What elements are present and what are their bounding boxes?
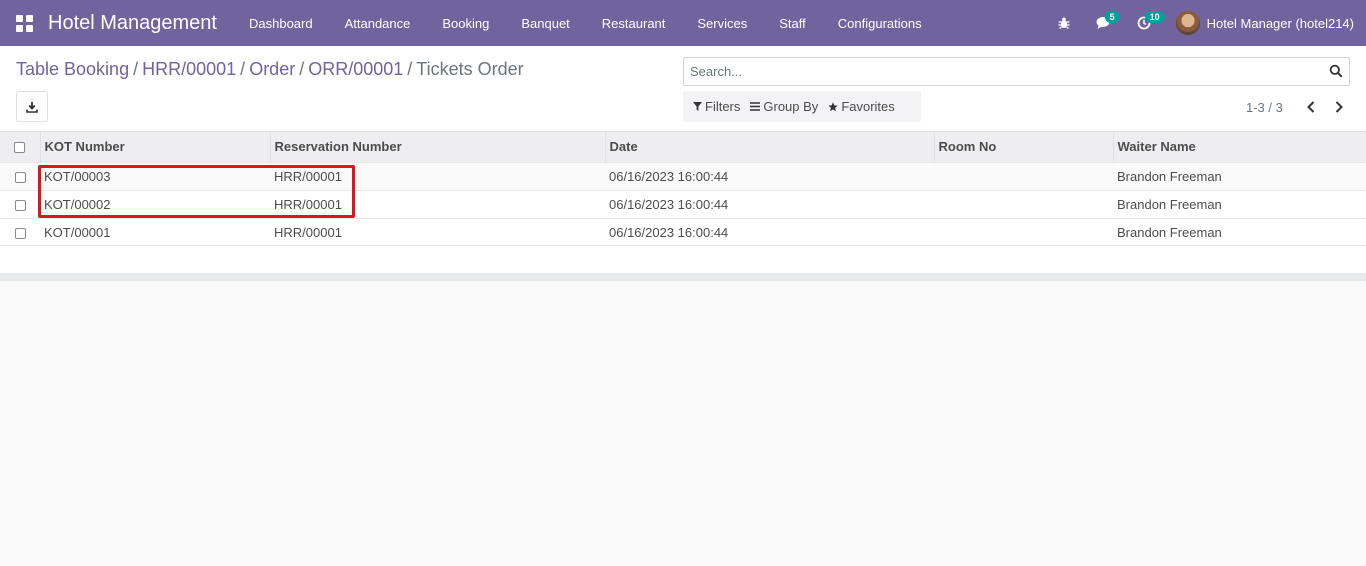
reservation-number-cell[interactable]: HRR/00001 — [270, 189, 605, 218]
table-row[interactable]: KOT/00003 HRR/00001 06/16/2023 16:00:44 … — [0, 161, 1366, 190]
top-menu: Dashboard Attandance Booking Banquet Res… — [233, 0, 938, 46]
bug-icon — [1058, 17, 1070, 29]
row-checkbox[interactable] — [14, 227, 26, 239]
column-header-date[interactable]: Date — [605, 132, 935, 162]
table-row[interactable]: KOT/00002 HRR/00001 06/16/2023 16:00:44 … — [0, 189, 1366, 218]
date-cell[interactable]: 06/16/2023 16:00:44 — [605, 161, 934, 190]
menu-attandance[interactable]: Attandance — [329, 0, 427, 46]
star-icon — [828, 101, 839, 111]
row-select-cell — [0, 217, 40, 246]
export-button[interactable] — [16, 91, 48, 122]
menu-banquet[interactable]: Banquet — [505, 0, 585, 46]
pager: 1-3 / 3 — [1246, 98, 1353, 116]
date-cell[interactable]: 06/16/2023 16:00:44 — [605, 189, 934, 218]
favorites-button[interactable]: Favorites — [828, 99, 895, 114]
waiter-name-cell[interactable]: Brandon Freeman — [1113, 189, 1366, 218]
breadcrumb: Table Booking / HRR/00001 / Order / ORR/… — [16, 59, 524, 80]
breadcrumb-separator: / — [407, 59, 413, 79]
apps-icon[interactable] — [0, 0, 48, 46]
kot-number-cell[interactable]: KOT/00002 — [40, 189, 270, 218]
filter-icon — [693, 102, 702, 111]
activities-button[interactable]: 10 — [1124, 0, 1165, 46]
pager-next-button[interactable] — [1325, 98, 1353, 116]
reservation-number-cell[interactable]: HRR/00001 — [270, 217, 605, 246]
search-bar — [683, 57, 1350, 86]
column-header-waiter-name[interactable]: Waiter Name — [1113, 132, 1366, 162]
room-no-cell[interactable] — [934, 217, 1113, 246]
download-icon — [26, 101, 38, 113]
table-header-row: KOT Number Reservation Number Date Room … — [0, 132, 1366, 162]
user-menu[interactable]: Hotel Manager (hotel214) — [1164, 0, 1366, 46]
waiter-name-cell[interactable]: Brandon Freeman — [1113, 161, 1366, 190]
activities-badge: 10 — [1144, 11, 1165, 23]
breadcrumb-separator: / — [299, 59, 305, 79]
reservation-number-cell[interactable]: HRR/00001 — [270, 161, 605, 190]
search-icon[interactable] — [1329, 64, 1343, 78]
breadcrumb-current: Tickets Order — [416, 59, 524, 79]
messages-button[interactable]: 5 — [1084, 0, 1124, 46]
date-cell[interactable]: 06/16/2023 16:00:44 — [605, 217, 934, 246]
table-footer-divider — [0, 273, 1366, 281]
group-by-icon — [750, 102, 761, 111]
avatar — [1175, 11, 1200, 35]
table-footer — [0, 245, 1366, 273]
menu-restaurant[interactable]: Restaurant — [586, 0, 682, 46]
row-checkbox[interactable] — [14, 171, 26, 183]
main-navbar: Hotel Management Dashboard Attandance Bo… — [0, 0, 1366, 46]
menu-services[interactable]: Services — [681, 0, 763, 46]
filters-button[interactable]: Filters — [693, 99, 740, 114]
column-header-room-no[interactable]: Room No — [934, 132, 1114, 162]
table-row[interactable]: KOT/00001 HRR/00001 06/16/2023 16:00:44 … — [0, 217, 1366, 246]
breadcrumb-order-ref[interactable]: ORR/00001 — [308, 59, 403, 80]
room-no-cell[interactable] — [934, 161, 1113, 190]
app-brand[interactable]: Hotel Management — [48, 12, 217, 35]
select-all-checkbox[interactable] — [14, 142, 26, 154]
pager-value[interactable]: 1-3 / 3 — [1246, 100, 1283, 115]
waiter-name-cell[interactable]: Brandon Freeman — [1113, 217, 1366, 246]
row-select-cell — [0, 189, 40, 218]
kot-number-cell[interactable]: KOT/00003 — [40, 161, 270, 190]
room-no-cell[interactable] — [934, 189, 1113, 218]
debug-button[interactable] — [1044, 0, 1084, 46]
menu-booking[interactable]: Booking — [426, 0, 505, 46]
search-options: Filters Group By Favorites — [683, 91, 921, 122]
pager-previous-button[interactable] — [1297, 98, 1325, 116]
group-by-label: Group By — [763, 99, 819, 114]
systray: 5 10 Hotel Manager (hotel214) — [1044, 0, 1366, 46]
chevron-left-icon — [1306, 101, 1315, 113]
control-panel: Table Booking / HRR/00001 / Order / ORR/… — [0, 46, 1366, 132]
menu-configurations[interactable]: Configurations — [822, 0, 938, 46]
row-select-cell — [0, 161, 40, 190]
row-checkbox[interactable] — [14, 199, 26, 211]
filters-label: Filters — [705, 99, 741, 114]
column-header-reservation-number[interactable]: Reservation Number — [270, 132, 606, 162]
breadcrumb-separator: / — [240, 59, 246, 79]
search-input[interactable] — [684, 58, 1314, 85]
user-name: Hotel Manager (hotel214) — [1206, 15, 1354, 31]
select-all-cell — [0, 132, 41, 162]
tickets-table: KOT Number Reservation Number Date Room … — [0, 132, 1366, 246]
breadcrumb-order[interactable]: Order — [249, 59, 295, 80]
menu-dashboard[interactable]: Dashboard — [233, 0, 329, 46]
favorites-label: Favorites — [841, 99, 895, 114]
breadcrumb-reservation[interactable]: HRR/00001 — [142, 59, 236, 80]
breadcrumb-table-booking[interactable]: Table Booking — [16, 59, 129, 80]
menu-staff[interactable]: Staff — [763, 0, 822, 46]
group-by-button[interactable]: Group By — [750, 99, 818, 114]
kot-number-cell[interactable]: KOT/00001 — [40, 217, 270, 246]
messages-badge: 5 — [1104, 11, 1120, 23]
breadcrumb-separator: / — [133, 59, 139, 79]
chevron-right-icon — [1335, 101, 1343, 113]
column-header-kot-number[interactable]: KOT Number — [40, 132, 271, 162]
